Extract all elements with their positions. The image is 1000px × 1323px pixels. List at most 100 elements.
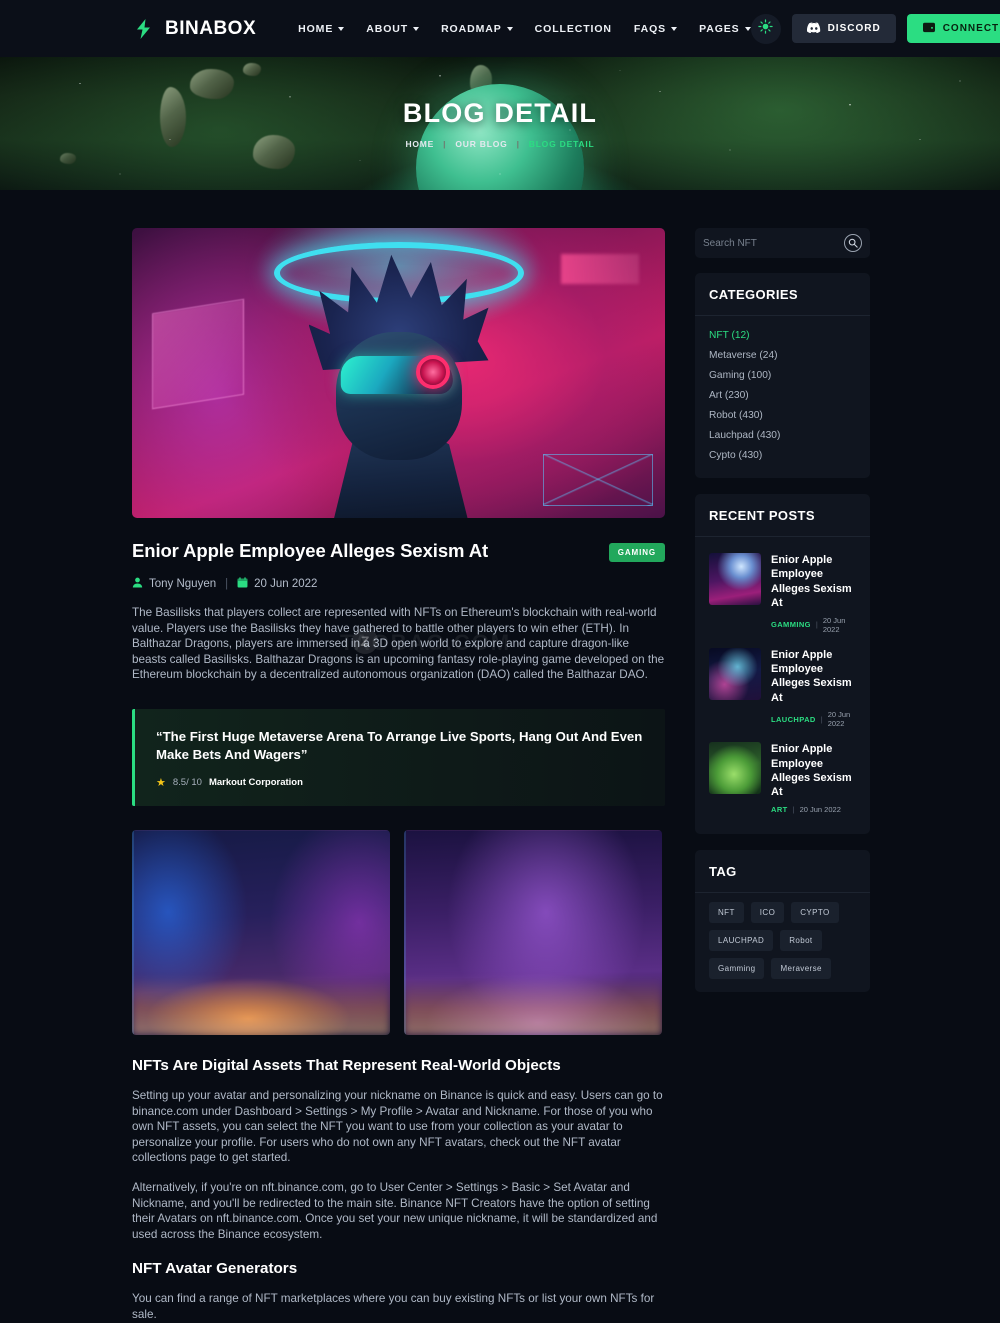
breadcrumb-separator: | bbox=[516, 139, 520, 149]
nav-label: COLLECTION bbox=[534, 22, 612, 35]
connect-label: CONNECT bbox=[942, 23, 1000, 34]
discord-button[interactable]: DISCORD bbox=[791, 14, 896, 43]
category-item[interactable]: Cypto (430) bbox=[709, 445, 856, 465]
tag-list: NFT ICO CYPTO LAUCHPAD Robot Gamming Mer… bbox=[695, 893, 870, 992]
recent-post-date: 20 Jun 2022 bbox=[822, 615, 846, 634]
blockquote-meta: ★ 8.5/ 10 Markout Corporation bbox=[156, 776, 643, 789]
blockquote-company: Markout Corporation bbox=[208, 776, 303, 788]
nav-item-collection[interactable]: COLLECTION bbox=[535, 23, 612, 35]
tag-chip[interactable]: LAUCHPAD bbox=[709, 929, 774, 951]
post-meta: Tony Nguyen | 20 Jun 2022 bbox=[132, 577, 665, 591]
brand-logo[interactable]: BINABOX bbox=[132, 17, 256, 41]
meta-separator: | bbox=[225, 578, 229, 590]
tag-chip[interactable]: Gamming bbox=[709, 957, 765, 979]
tag-chips: NFT ICO CYPTO LAUCHPAD Robot Gamming Mer… bbox=[709, 901, 856, 979]
page-body: Enior Apple Employee Alleges Sexism At G… bbox=[0, 190, 1000, 1323]
recent-post-category: LAUCHPAD bbox=[771, 714, 816, 724]
post-gallery bbox=[132, 829, 665, 1035]
blockquote-score: 8.5/ 10 bbox=[172, 776, 202, 788]
connect-wallet-button[interactable]: CONNECT bbox=[906, 14, 1000, 43]
nav-label: PAGES bbox=[699, 22, 740, 35]
section-heading-1: NFTs Are Digital Assets That Represent R… bbox=[132, 1056, 561, 1074]
gallery-image-2 bbox=[404, 829, 662, 1035]
search-input[interactable] bbox=[703, 237, 844, 249]
nav-label: ABOUT bbox=[366, 22, 409, 35]
tag-chip[interactable]: NFT bbox=[709, 901, 744, 923]
category-item[interactable]: Robot (430) bbox=[709, 405, 856, 425]
post-body-paragraph: The Basilisks that players collect are r… bbox=[132, 606, 665, 682]
star-icon: ★ bbox=[156, 776, 166, 789]
tag-chip[interactable]: Meraverse bbox=[771, 957, 831, 979]
recent-posts-list: Enior Apple Employee Alleges Sexism At G… bbox=[695, 537, 870, 834]
character-eye-lens bbox=[415, 355, 450, 389]
asteroid-decoration bbox=[160, 87, 186, 147]
post-date-value: 20 Jun 2022 bbox=[254, 578, 318, 590]
wallet-icon bbox=[922, 21, 936, 36]
nav-label: ROADMAP bbox=[441, 22, 502, 35]
category-item[interactable]: NFT (12) bbox=[709, 325, 856, 345]
meta-separator: | bbox=[820, 714, 823, 724]
tag-chip[interactable]: ICO bbox=[750, 901, 785, 923]
recent-post-category: ART bbox=[771, 804, 788, 814]
categories-heading: CATEGORIES bbox=[695, 273, 870, 316]
calendar-icon bbox=[237, 577, 248, 591]
meta-separator: | bbox=[815, 620, 818, 630]
post-blockquote: “The First Huge Metaverse Arena To Arran… bbox=[132, 708, 665, 806]
list-item[interactable]: Enior Apple Employee Alleges Sexism At A… bbox=[709, 735, 856, 821]
post-info: Enior Apple Employee Alleges Sexism At G… bbox=[771, 553, 856, 634]
asteroid-decoration bbox=[60, 153, 76, 164]
binabox-logo-icon bbox=[132, 17, 156, 41]
recent-post-title: Enior Apple Employee Alleges Sexism At bbox=[771, 648, 852, 704]
discord-icon bbox=[806, 22, 821, 36]
main-nav: HOME ABOUT ROADMAP COLLECTION FAQS PAGES bbox=[298, 22, 751, 35]
sidebar: CATEGORIES NFT (12) Metaverse (24) Gamin… bbox=[695, 228, 870, 1008]
tag-chip[interactable]: Robot bbox=[780, 929, 822, 951]
category-item[interactable]: Gaming (100) bbox=[709, 365, 856, 385]
user-icon bbox=[132, 577, 143, 591]
post-thumbnail bbox=[709, 647, 761, 700]
post-title-row: Enior Apple Employee Alleges Sexism At G… bbox=[132, 540, 665, 562]
chevron-down-icon bbox=[413, 26, 420, 31]
category-item[interactable]: Lauchpad (430) bbox=[709, 425, 856, 445]
list-item[interactable]: Enior Apple Employee Alleges Sexism At G… bbox=[709, 546, 856, 641]
tag-chip[interactable]: CYPTO bbox=[791, 901, 839, 923]
nav-label: FAQS bbox=[633, 22, 667, 35]
search-icon[interactable] bbox=[844, 234, 862, 252]
section-1-paragraph-1: Setting up your avatar and personalizing… bbox=[132, 1088, 663, 1165]
list-item[interactable]: Enior Apple Employee Alleges Sexism At L… bbox=[709, 641, 856, 736]
section-heading-2: NFT Avatar Generators bbox=[132, 1260, 298, 1278]
nav-item-faqs[interactable]: FAQS bbox=[633, 22, 678, 35]
nav-item-about[interactable]: ABOUT bbox=[366, 22, 420, 35]
category-item[interactable]: Metaverse (24) bbox=[709, 345, 856, 365]
gallery-image-1 bbox=[132, 829, 390, 1035]
nav-item-roadmap[interactable]: ROADMAP bbox=[441, 23, 513, 35]
meta-separator: | bbox=[792, 804, 795, 814]
post-author-name: Tony Nguyen bbox=[149, 578, 217, 590]
section-1-paragraph-2: Alternatively, if you're on nft.binance.… bbox=[132, 1180, 658, 1241]
post-category-badge[interactable]: GAMING bbox=[608, 543, 665, 562]
theme-toggle-button[interactable] bbox=[750, 13, 781, 44]
breadcrumb-blog-detail: BLOG DETAIL bbox=[528, 139, 595, 149]
breadcrumb-home[interactable]: HOME bbox=[405, 139, 434, 149]
recent-post-date: 20 Jun 2022 bbox=[827, 710, 851, 729]
search-widget bbox=[695, 228, 870, 258]
category-item[interactable]: Art (230) bbox=[709, 385, 856, 405]
site-header: BINABOX HOME ABOUT ROADMAP COLLECTION FA… bbox=[0, 0, 1000, 57]
featured-image bbox=[132, 228, 665, 518]
recent-post-date: 20 Jun 2022 bbox=[799, 804, 841, 814]
post-thumbnail bbox=[709, 742, 761, 795]
section-2-paragraph-1: You can find a range of NFT marketplaces… bbox=[132, 1292, 655, 1321]
asteroid-decoration bbox=[243, 63, 261, 76]
chevron-down-icon bbox=[338, 26, 345, 31]
chevron-down-icon bbox=[506, 26, 513, 31]
post-info: Enior Apple Employee Alleges Sexism At A… bbox=[771, 742, 856, 814]
recent-post-meta: LAUCHPAD | 20 Jun 2022 bbox=[771, 710, 856, 728]
breadcrumb-our-blog[interactable]: OUR BLOG bbox=[455, 139, 507, 149]
post-author: Tony Nguyen bbox=[132, 577, 216, 591]
nav-item-pages[interactable]: PAGES bbox=[699, 22, 751, 35]
nav-item-home[interactable]: HOME bbox=[298, 23, 345, 35]
asteroid-decoration bbox=[190, 69, 234, 99]
categories-list: NFT (12) Metaverse (24) Gaming (100) Art… bbox=[695, 316, 870, 478]
chevron-down-icon bbox=[671, 26, 678, 31]
neon-panel-decoration bbox=[152, 298, 244, 410]
